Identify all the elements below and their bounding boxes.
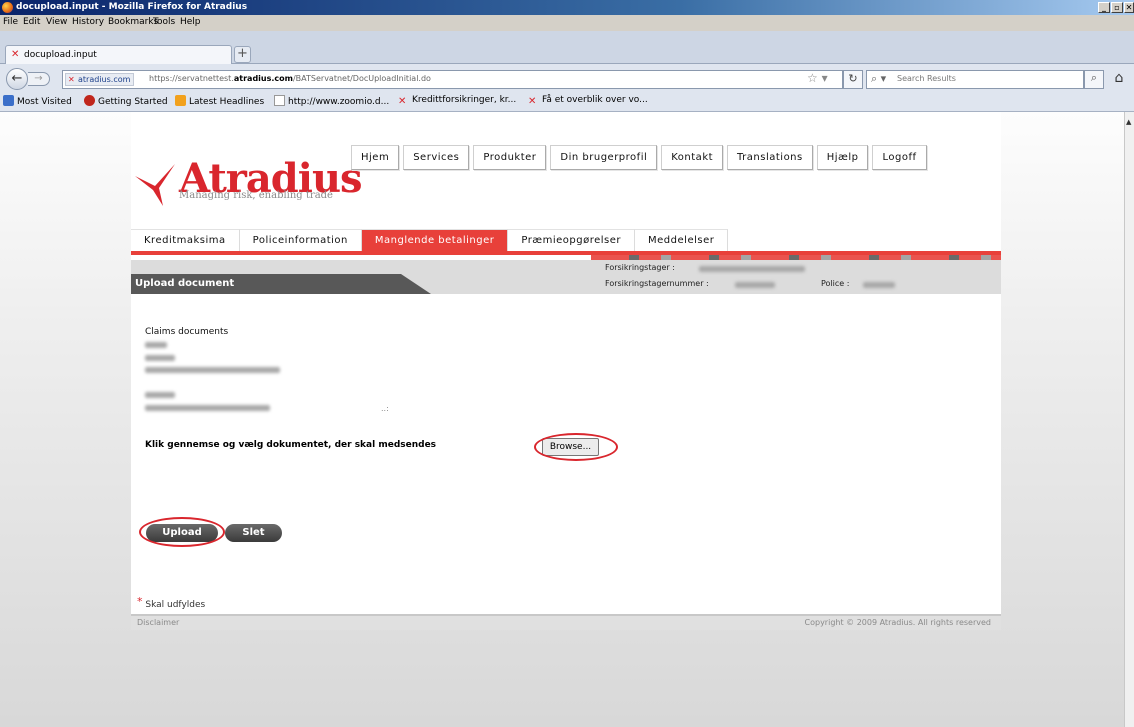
window-title: docupload.input - Mozilla Firefox for At… <box>16 2 248 12</box>
disclaimer-link[interactable]: Disclaimer <box>137 618 179 627</box>
tab-meddelelser[interactable]: Meddelelser <box>635 229 729 251</box>
forsikringstagernummer-label: Forsikringstagernummer : <box>605 279 709 288</box>
nav-translations[interactable]: Translations <box>727 145 813 170</box>
menu-history[interactable]: History <box>72 17 104 27</box>
site-label: atradius.com <box>78 75 131 84</box>
bookmark-zoomio[interactable]: http://www.zoomio.d... <box>274 95 389 107</box>
police-label: Police : <box>821 279 850 288</box>
site-content: Atradius Managing risk, enabling trade H… <box>131 112 1001 630</box>
nav-hjem[interactable]: Hjem <box>351 145 400 170</box>
brand-tagline: Managing risk, enabling trade <box>179 190 333 201</box>
url-bar[interactable]: ✕ atradius.com https://servatnettest.atr… <box>62 70 843 89</box>
forward-button[interactable]: → <box>28 72 50 86</box>
annotation-ring <box>139 517 225 547</box>
url-text: https://servatnettest.atradius.com/BATSe… <box>149 74 431 83</box>
annotation-ring <box>534 433 618 461</box>
nav-logoff[interactable]: Logoff <box>872 145 927 170</box>
tab-label: docupload.input <box>24 50 97 60</box>
tab-strip: ✕ docupload.input + <box>0 31 1134 64</box>
maximize-button[interactable]: ▫ <box>1111 2 1123 13</box>
scroll-up-icon[interactable]: ▲ <box>1126 118 1133 126</box>
menu-bookmarks[interactable]: Bookmarks <box>108 17 158 27</box>
navigation-bar: ← → ✕ atradius.com https://servatnettest… <box>0 64 1134 92</box>
redacted-forsikringstagernummer <box>735 282 775 288</box>
bookmark-overblik[interactable]: ✕ Få et overblik over vo... <box>528 95 648 108</box>
forsikringstager-label: Forsikringstager : <box>605 263 675 272</box>
site-identity-button[interactable]: ✕ atradius.com <box>65 73 135 86</box>
bookmarks-toolbar: Most Visited Getting Started Latest Head… <box>0 92 1134 112</box>
tab-docupload[interactable]: ✕ docupload.input <box>5 45 232 64</box>
bookmark-most-visited[interactable]: Most Visited <box>3 95 72 107</box>
firefox-icon <box>2 2 13 13</box>
slet-button[interactable]: Slet <box>225 524 282 542</box>
section-tabs: Kreditmaksima Policeinformation Manglend… <box>131 229 729 251</box>
page-title: Upload document <box>135 278 235 289</box>
tab-manglende-betalinger[interactable]: Manglende betalinger <box>361 229 509 251</box>
claims-documents-title: Claims documents <box>145 327 229 337</box>
redacted-line <box>145 342 167 348</box>
resize-handle-icon: ..: <box>381 404 389 413</box>
atradius-icon: ✕ <box>528 96 537 107</box>
page-footer: Disclaimer Copyright © 2009 Atradius. Al… <box>131 614 1001 630</box>
menu-bar: File Edit View History Bookmarks Tools H… <box>0 15 1134 31</box>
redacted-line <box>145 355 175 361</box>
required-note: * Skal udfyldes <box>137 595 205 610</box>
menu-view[interactable]: View <box>46 17 67 27</box>
reload-button[interactable]: ↻ <box>843 70 863 89</box>
redacted-line <box>145 367 280 373</box>
nav-din-brugerprofil[interactable]: Din brugerprofil <box>550 145 658 170</box>
required-text: Skal udfyldes <box>145 600 206 610</box>
search-engine-icon[interactable]: ⌕ ▾ <box>871 72 886 86</box>
close-button[interactable]: ✕ <box>1124 2 1134 13</box>
menu-tools[interactable]: Tools <box>153 17 175 27</box>
search-bar[interactable]: ⌕ ▾ Search Results <box>866 70 1084 89</box>
search-icon[interactable]: ⌕ <box>1084 70 1104 89</box>
redacted-police <box>863 282 895 288</box>
tab-praemieopgoerelser[interactable]: Præmieopgørelser <box>508 229 636 251</box>
bookmark-getting-started[interactable]: Getting Started <box>84 95 168 107</box>
menu-edit[interactable]: Edit <box>23 17 40 27</box>
most-visited-icon <box>3 95 14 106</box>
new-tab-button[interactable]: + <box>234 46 251 63</box>
bookmark-kredittforsikringer[interactable]: ✕ Kredittforsikringer, kr... <box>398 95 516 108</box>
menu-file[interactable]: File <box>3 17 18 27</box>
atradius-icon: ✕ <box>398 96 407 107</box>
browse-instruction: Klik gennemse og vælg dokumentet, der sk… <box>145 440 437 450</box>
firefox-icon <box>84 95 95 106</box>
required-star: * <box>137 595 143 608</box>
redacted-line <box>145 392 175 398</box>
bookmark-star-icon[interactable]: ☆ ▾ <box>807 71 828 85</box>
vertical-scrollbar[interactable]: ▲ <box>1124 112 1134 727</box>
home-icon[interactable]: ⌂ <box>1108 70 1130 89</box>
menu-help[interactable]: Help <box>180 17 201 27</box>
nav-produkter[interactable]: Produkter <box>473 145 547 170</box>
page-icon <box>274 95 285 106</box>
nav-hjaelp[interactable]: Hjælp <box>816 145 869 170</box>
atradius-logo-icon <box>135 164 175 206</box>
nav-services[interactable]: Services <box>403 145 470 170</box>
tab-kreditmaksima[interactable]: Kreditmaksima <box>131 229 240 251</box>
back-button[interactable]: ← <box>6 68 28 90</box>
copyright-text: Copyright © 2009 Atradius. All rights re… <box>804 618 991 627</box>
window-titlebar: docupload.input - Mozilla Firefox for At… <box>0 0 1134 15</box>
rss-icon <box>175 95 186 106</box>
top-navigation: Hjem Services Produkter Din brugerprofil… <box>351 145 931 170</box>
bookmark-latest-headlines[interactable]: Latest Headlines <box>175 95 264 107</box>
redacted-forsikringstager <box>699 266 805 272</box>
minimize-button[interactable]: _ <box>1098 2 1110 13</box>
nav-kontakt[interactable]: Kontakt <box>661 145 724 170</box>
redacted-line <box>145 405 270 411</box>
atradius-favicon-icon: ✕ <box>68 75 75 84</box>
atradius-favicon-icon: ✕ <box>11 49 20 60</box>
tab-policeinformation[interactable]: Policeinformation <box>239 229 362 251</box>
search-input[interactable]: Search Results <box>897 74 956 83</box>
upload-document-header: Upload document <box>131 274 431 294</box>
